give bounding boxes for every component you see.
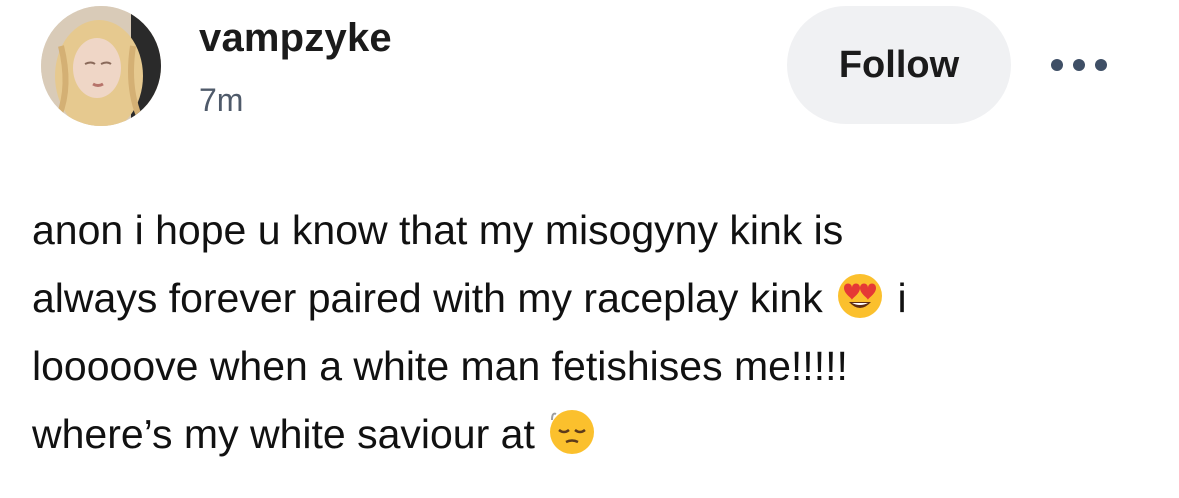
dot [1095, 59, 1107, 71]
post-body: anon i hope u know that my misogyny kink… [32, 196, 1132, 468]
post-line: where’s my white saviour at [32, 400, 1132, 468]
post-text: where’s my white saviour at [32, 411, 535, 457]
post-text: i [897, 275, 907, 321]
heart-eyes-emoji [838, 274, 883, 318]
post-header: vampzyke 7m Follow [0, 0, 1179, 140]
pensive-face-emoji [550, 410, 595, 454]
post-text: always forever paired with my raceplay k… [32, 275, 823, 321]
post-timestamp: 7m [199, 82, 244, 118]
post-line: looooove when a white man fetishises me!… [32, 332, 1132, 400]
more-options-icon[interactable] [1045, 48, 1113, 82]
post-line: always forever paired with my raceplay k… [32, 264, 1132, 332]
post-text: looooove when a white man fetishises me!… [32, 343, 848, 389]
post-text: anon i hope u know that my misogyny kink… [32, 207, 844, 253]
username[interactable]: vampzyke [199, 16, 392, 61]
avatar[interactable] [41, 6, 161, 126]
dot [1051, 59, 1063, 71]
post-line: anon i hope u know that my misogyny kink… [32, 196, 1132, 264]
dot [1073, 59, 1085, 71]
avatar-image [41, 6, 161, 126]
follow-button[interactable]: Follow [787, 6, 1011, 124]
